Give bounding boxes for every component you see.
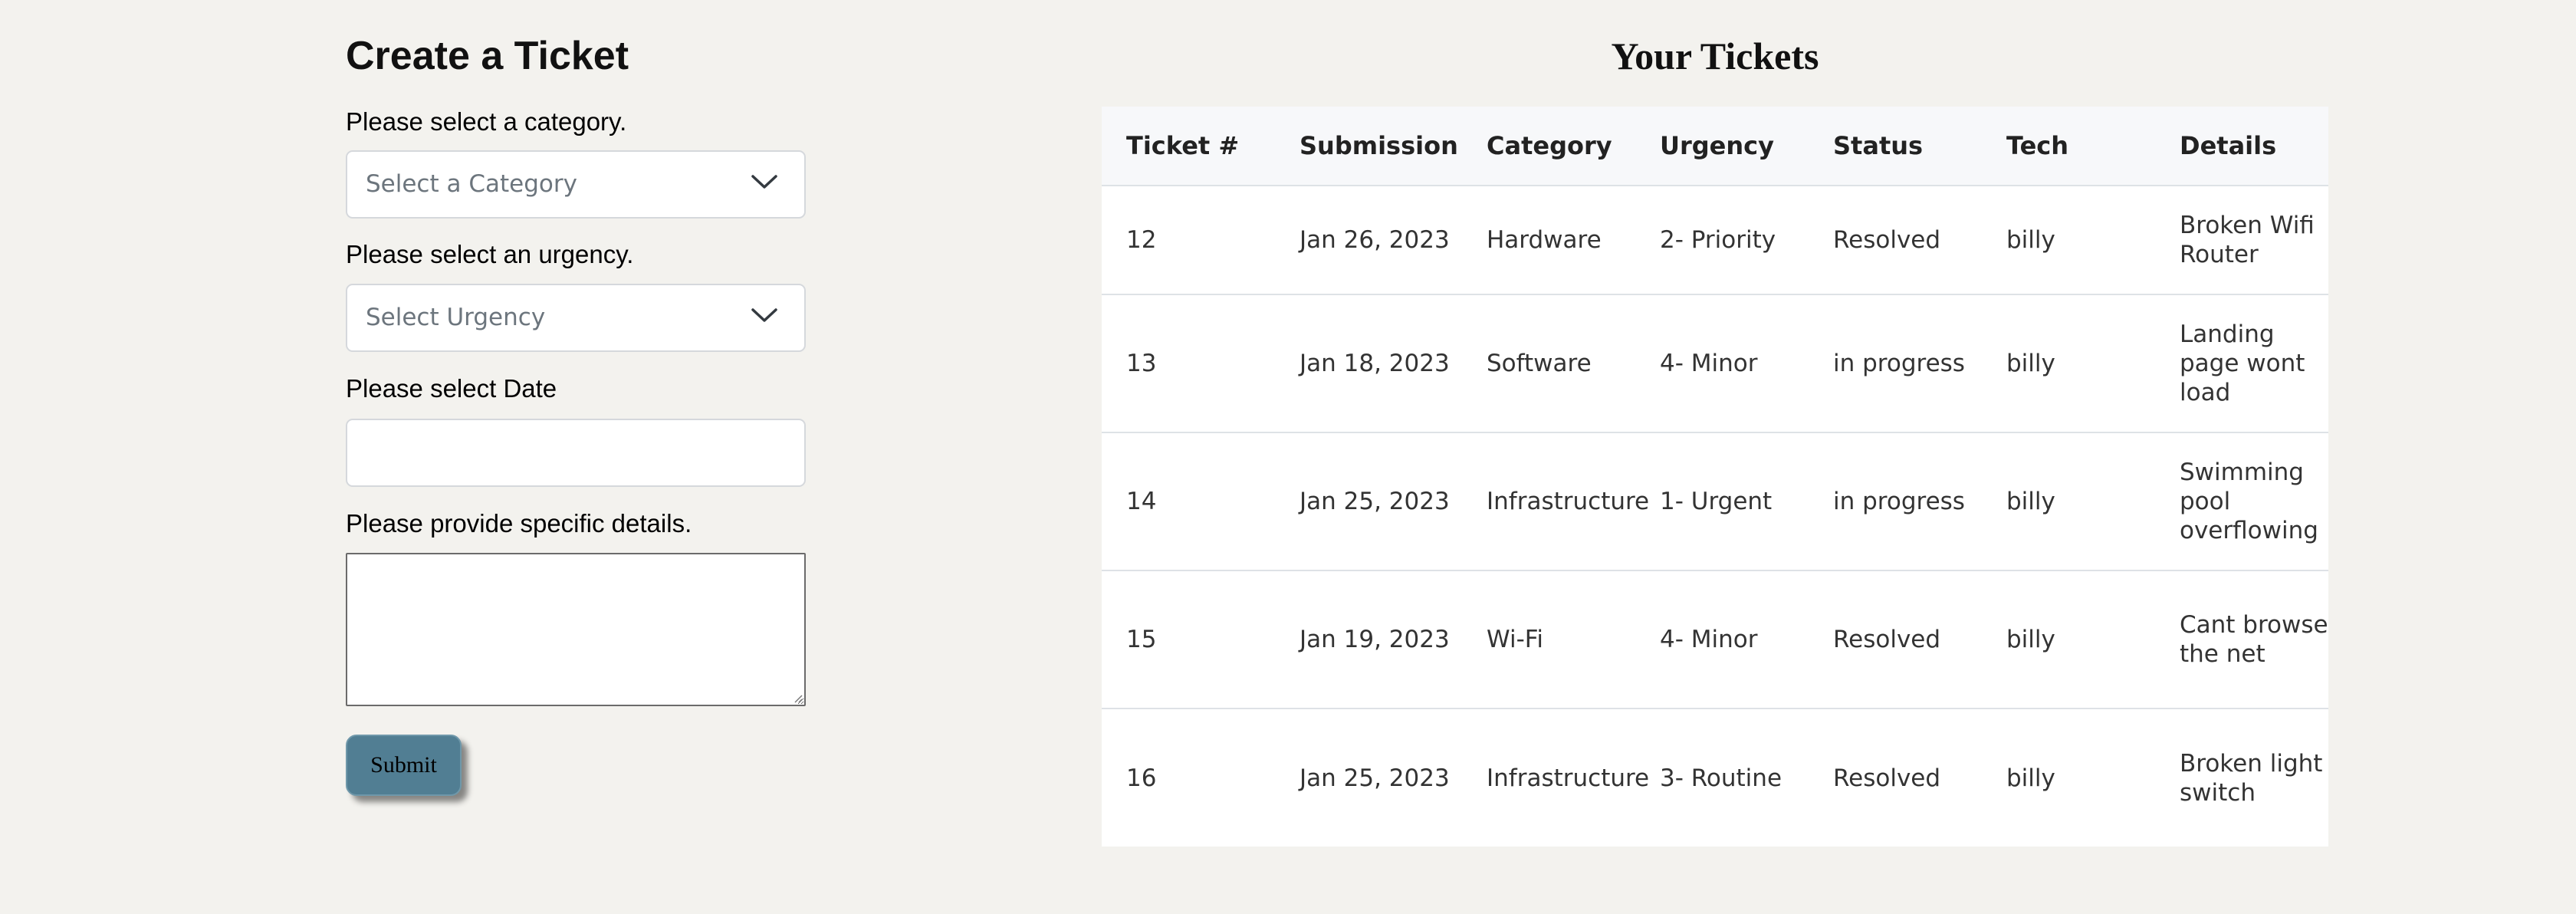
tickets-title: Your Tickets	[1611, 35, 1819, 77]
ticket-number-cell: 13	[1102, 294, 1275, 432]
submit-button[interactable]: Submit	[346, 735, 462, 796]
category-select-value: Select a Category	[366, 170, 577, 198]
chevron-down-icon	[751, 175, 777, 189]
details-cell: Swimming pool overflowing	[2155, 432, 2328, 570]
column-header-status: Status	[1809, 107, 1982, 186]
submission-cell: Jan 25, 2023	[1275, 432, 1462, 570]
form-title: Create a Ticket	[346, 34, 629, 78]
date-label: Please select Date	[346, 374, 557, 403]
details-cell: Broken light switch	[2155, 708, 2328, 847]
status-cell: in progress	[1809, 294, 1982, 432]
column-header-ticket: Ticket #	[1102, 107, 1275, 186]
ticket-number-cell: 15	[1102, 570, 1275, 709]
submission-cell: Jan 25, 2023	[1275, 708, 1462, 847]
column-header-urgency: Urgency	[1635, 107, 1809, 186]
ticket-number-cell: 16	[1102, 708, 1275, 847]
column-header-category: Category	[1462, 107, 1635, 186]
date-input[interactable]	[346, 419, 806, 487]
tickets-table: Ticket # Submission Category Urgency Sta…	[1102, 107, 2328, 847]
category-cell: Infrastructure	[1462, 432, 1649, 570]
submission-cell: Jan 19, 2023	[1275, 570, 1462, 709]
tech-cell: billy	[1982, 294, 2155, 432]
urgency-cell: 4- Minor	[1635, 294, 1809, 432]
urgency-cell: 4- Minor	[1635, 570, 1809, 709]
table-row: 14 Jan 25, 2023 Infrastructure 1- Urgent…	[1102, 432, 2328, 570]
status-cell: Resolved	[1809, 570, 1982, 709]
category-select[interactable]: Select a Category	[346, 150, 806, 219]
urgency-select[interactable]: Select Urgency	[346, 284, 806, 352]
category-cell: Wi-Fi	[1462, 570, 1635, 709]
details-label: Please provide specific details.	[346, 509, 692, 538]
details-cell: Landing page wont load	[2155, 294, 2328, 432]
details-cell: Broken Wifi Router	[2155, 185, 2328, 294]
status-cell: Resolved	[1809, 185, 1982, 294]
urgency-cell: 2- Priority	[1635, 185, 1809, 294]
column-header-tech: Tech	[1982, 107, 2155, 186]
category-label: Please select a category.	[346, 107, 627, 136]
urgency-select-value: Select Urgency	[366, 304, 546, 331]
urgency-label: Please select an urgency.	[346, 240, 634, 268]
tech-cell: billy	[1982, 570, 2155, 709]
ticket-number-cell: 14	[1102, 432, 1275, 570]
urgency-cell: 1- Urgent	[1635, 432, 1809, 570]
status-cell: in progress	[1809, 432, 1982, 570]
chevron-down-icon	[751, 308, 777, 322]
details-textarea[interactable]	[346, 553, 806, 706]
submission-cell: Jan 26, 2023	[1275, 185, 1462, 294]
column-header-details: Details	[2155, 107, 2328, 186]
resize-grip-icon[interactable]	[794, 694, 803, 703]
table-row: 13 Jan 18, 2023 Software 4- Minor in pro…	[1102, 294, 2328, 432]
category-cell: Hardware	[1462, 185, 1635, 294]
table-row: 16 Jan 25, 2023 Infrastructure 3- Routin…	[1102, 708, 2328, 847]
category-cell: Software	[1462, 294, 1635, 432]
table-header-row: Ticket # Submission Category Urgency Sta…	[1102, 107, 2328, 186]
submission-cell: Jan 18, 2023	[1275, 294, 1462, 432]
category-cell: Infrastructure	[1462, 708, 1649, 847]
tech-cell: billy	[1982, 185, 2155, 294]
ticket-number-cell: 12	[1102, 185, 1275, 294]
details-cell: Cant browse the net	[2155, 570, 2328, 709]
tech-cell: billy	[1982, 432, 2155, 570]
urgency-cell: 3- Routine	[1635, 708, 1809, 847]
tech-cell: billy	[1982, 708, 2155, 847]
status-cell: Resolved	[1809, 708, 1982, 847]
table-row: 12 Jan 26, 2023 Hardware 2- Priority Res…	[1102, 185, 2328, 294]
column-header-submission: Submission	[1275, 107, 1462, 186]
table-row: 15 Jan 19, 2023 Wi-Fi 4- Minor Resolved …	[1102, 570, 2328, 709]
